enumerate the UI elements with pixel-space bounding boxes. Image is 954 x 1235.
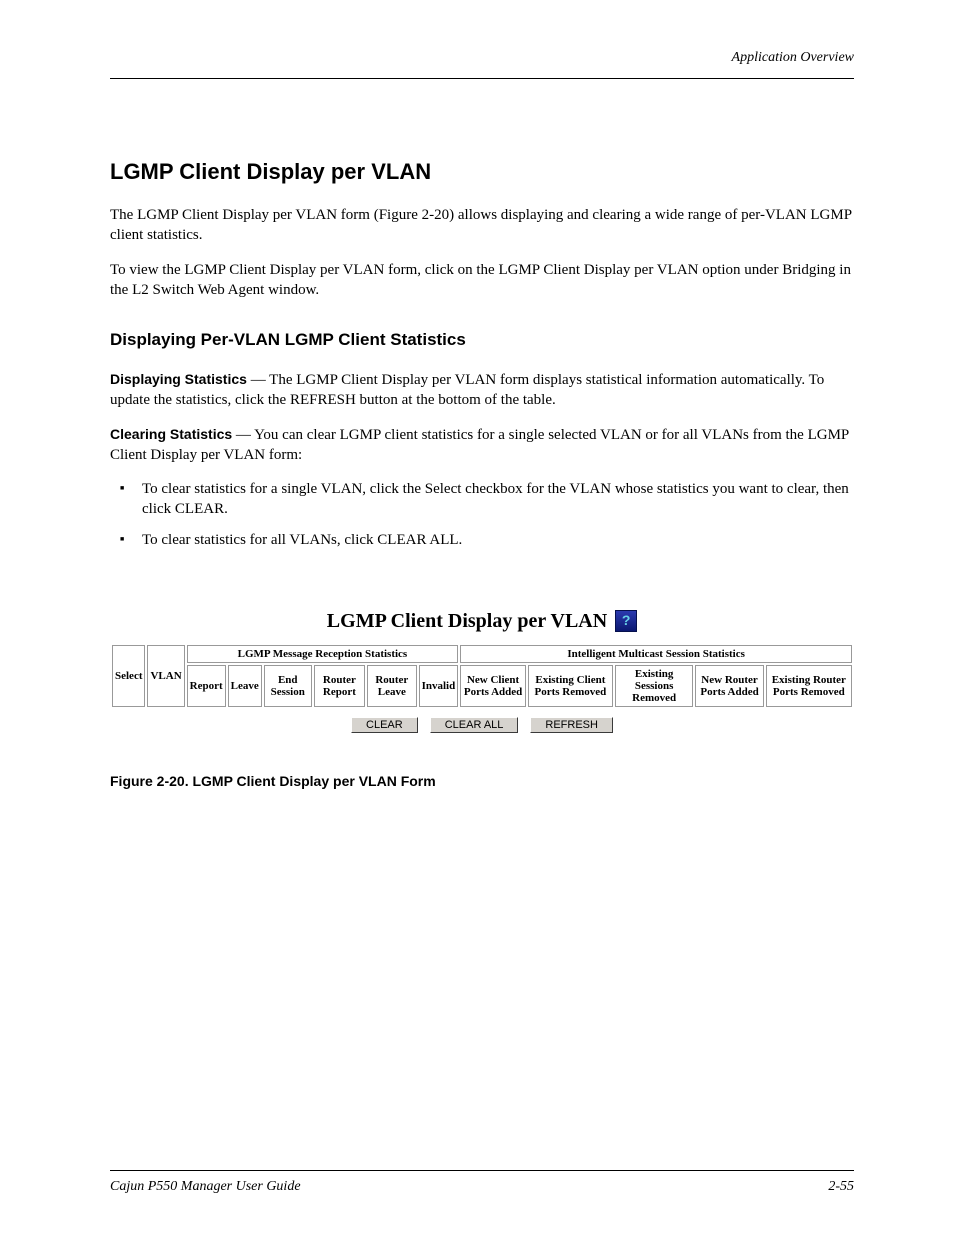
refresh-button[interactable]: REFRESH [530, 717, 613, 733]
footer-page-number: 2-55 [828, 1179, 854, 1195]
col-router-leave: Router Leave [367, 665, 417, 707]
clearing-paragraph: Clearing Statistics — You can clear LGMP… [110, 425, 854, 466]
col-router-report: Router Report [314, 665, 365, 707]
col-report: Report [187, 665, 226, 707]
col-new-client-ports-added: New Client Ports Added [460, 665, 526, 707]
section-heading: LGMP Client Display per VLAN [110, 159, 854, 185]
col-leave: Leave [228, 665, 262, 707]
form-title: LGMP Client Display per VLAN [327, 610, 607, 632]
table-header-row-2: Report Leave End Session Router Report R… [112, 665, 852, 707]
displaying-label: Displaying Statistics [110, 371, 247, 387]
navigation-paragraph: To view the LGMP Client Display per VLAN… [110, 260, 854, 301]
help-icon[interactable] [615, 610, 637, 632]
subsection-heading: Displaying Per-VLAN LGMP Client Statisti… [110, 330, 854, 350]
clearing-bullets: To clear statistics for a single VLAN, c… [110, 479, 854, 550]
page-header: Application Overview [110, 50, 854, 79]
col-group-lgmp: LGMP Message Reception Statistics [187, 645, 459, 663]
col-existing-router-ports-removed: Existing Router Ports Removed [766, 665, 852, 707]
button-row: CLEAR CLEAR ALL REFRESH [110, 715, 854, 733]
col-existing-client-ports-removed: Existing Client Ports Removed [528, 665, 613, 707]
col-group-intelligent: Intelligent Multicast Session Statistics [460, 645, 852, 663]
page-footer: Cajun P550 Manager User Guide 2-55 [110, 1170, 854, 1195]
stats-table: Select VLAN LGMP Message Reception Stati… [110, 643, 854, 709]
displaying-paragraph: Displaying Statistics — The LGMP Client … [110, 370, 854, 411]
bullet-item: To clear statistics for all VLANs, click… [142, 530, 854, 550]
clearing-label: Clearing Statistics [110, 426, 232, 442]
clear-button[interactable]: CLEAR [351, 717, 418, 733]
col-invalid: Invalid [419, 665, 459, 707]
bullet-item: To clear statistics for a single VLAN, c… [142, 479, 854, 520]
footer-doc-title: Cajun P550 Manager User Guide [110, 1179, 301, 1195]
figure-caption: Figure 2-20. LGMP Client Display per VLA… [110, 773, 854, 789]
col-vlan: VLAN [147, 645, 184, 707]
form-title-row: LGMP Client Display per VLAN [110, 610, 854, 633]
clear-all-button[interactable]: CLEAR ALL [430, 717, 519, 733]
table-header-row-1: Select VLAN LGMP Message Reception Stati… [112, 645, 852, 663]
header-chapter-title: Application Overview [732, 50, 854, 66]
col-end-session: End Session [264, 665, 312, 707]
intro-paragraph: The LGMP Client Display per VLAN form (F… [110, 205, 854, 246]
col-existing-sessions-removed: Existing Sessions Removed [615, 665, 694, 707]
col-new-router-ports-added: New Router Ports Added [695, 665, 763, 707]
col-select: Select [112, 645, 145, 707]
